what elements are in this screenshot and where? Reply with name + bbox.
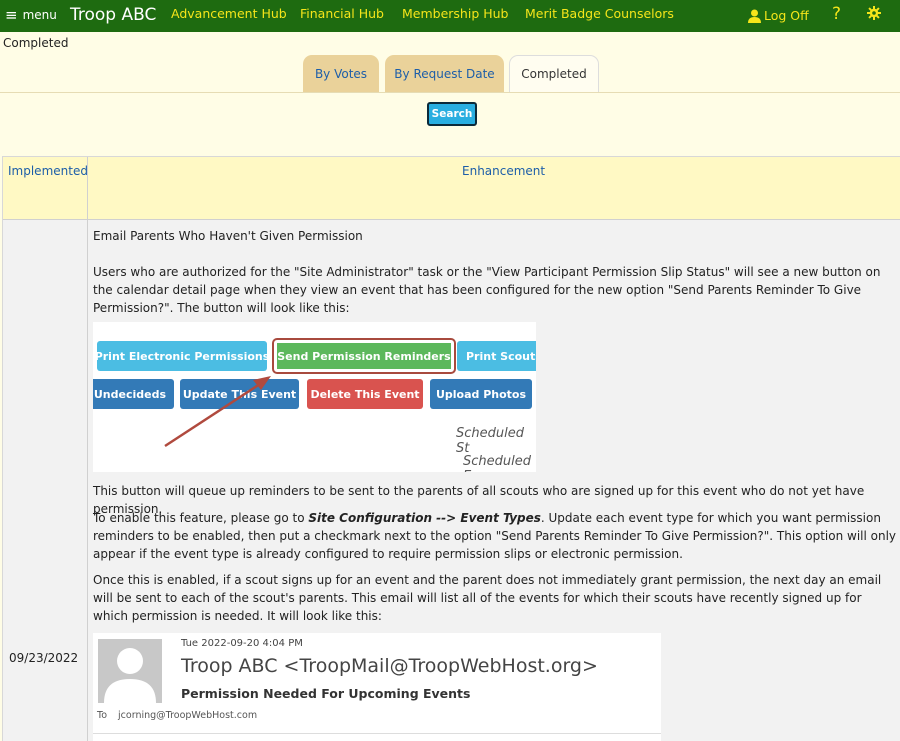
tab-completed[interactable]: Completed — [509, 55, 599, 92]
log-off-label: Log Off — [764, 8, 809, 23]
header-implemented[interactable]: Implemented — [8, 164, 88, 178]
implemented-date: 09/23/2022 — [9, 651, 79, 665]
column-divider — [87, 157, 88, 741]
nav-link-membership-hub[interactable]: Membership Hub — [402, 6, 509, 21]
email-recipient: To jcorning@TroopWebHost.com — [97, 710, 257, 721]
hamburger-icon: ≡ — [5, 6, 18, 24]
email-from: Troop ABC <TroopMail@TroopWebHost.org> — [181, 655, 598, 677]
email-divider — [93, 733, 661, 734]
top-nav: ≡ menu Troop ABC Advancement Hub Financi… — [0, 0, 900, 32]
avatar-placeholder-icon — [98, 639, 162, 703]
tab-by-request-date[interactable]: By Request Date — [385, 55, 504, 92]
menu-button[interactable]: ≡ menu — [5, 6, 57, 24]
email-subject: Permission Needed For Upcoming Events — [181, 686, 471, 701]
enhancement-para-1: Users who are authorized for the "Site A… — [93, 265, 881, 315]
search-button[interactable]: Search — [427, 102, 477, 126]
tab-by-votes[interactable]: By Votes — [303, 55, 379, 92]
user-icon — [748, 9, 761, 23]
email-preview-illustration: Tue 2022-09-20 4:04 PM Troop ABC <TroopM… — [93, 633, 661, 741]
email-timestamp: Tue 2022-09-20 4:04 PM — [181, 638, 303, 649]
tab-divider — [0, 92, 900, 93]
nav-link-advancement-hub[interactable]: Advancement Hub — [171, 6, 287, 21]
permission-buttons-illustration: Print Electronic Permissions Send Permis… — [93, 322, 536, 472]
email-to-address: jcorning@TroopWebHost.com — [118, 710, 258, 721]
enhancement-para-3: To enable this feature, please go to Sit… — [93, 509, 898, 563]
email-to-label: To — [97, 710, 108, 721]
gear-icon[interactable] — [867, 6, 881, 20]
nav-link-financial-hub[interactable]: Financial Hub — [300, 6, 384, 21]
enhancement-title: Email Parents Who Haven't Given Permissi… — [93, 229, 363, 243]
enhancement-para-4: Once this is enabled, if a scout signs u… — [93, 573, 882, 623]
nav-link-merit-badge-counselors[interactable]: Merit Badge Counselors — [525, 6, 674, 21]
arrow-icon — [164, 376, 271, 448]
page-title: Completed — [3, 36, 69, 50]
header-enhancement[interactable]: Enhancement — [462, 164, 545, 178]
brand-title[interactable]: Troop ABC — [70, 5, 156, 25]
menu-label: menu — [22, 8, 57, 22]
table-header — [3, 157, 900, 220]
help-icon[interactable]: ? — [832, 4, 841, 24]
log-off-button[interactable]: Log Off — [748, 8, 809, 23]
site-configuration-event-types-link[interactable]: Site Configuration --> Event Types — [308, 511, 541, 525]
para-3-text-start: To enable this feature, please go to — [93, 511, 309, 525]
